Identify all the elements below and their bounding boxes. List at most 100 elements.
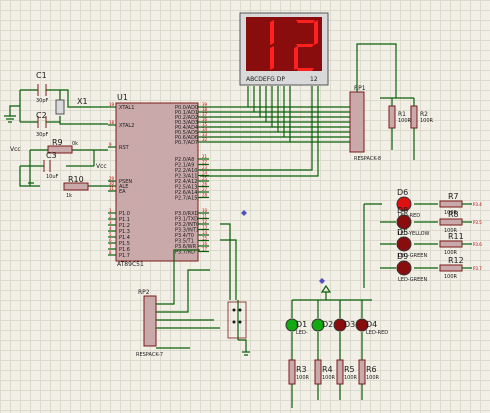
led-label: LED-	[296, 330, 308, 336]
bottom-power-symbol	[320, 284, 332, 300]
c3-capacitor[interactable]: C3 10uF	[43, 151, 59, 180]
r2-value: 100R	[420, 118, 434, 124]
display-segment-labels: ABCDEFG DP	[246, 76, 285, 83]
net-tag: P3.5	[473, 220, 482, 225]
vcc-label-2: Vcc	[96, 163, 107, 170]
x1-crystal[interactable]: X1	[55, 97, 88, 115]
u1-pin-number: 10	[202, 208, 208, 213]
u1-pin-label: RST	[119, 145, 130, 151]
u1-pin-number: 2	[109, 214, 112, 219]
led-resistor[interactable]	[439, 200, 463, 208]
led-resistor[interactable]	[439, 264, 463, 272]
u1-pin-number: 5	[109, 232, 112, 237]
r10-ref: R10	[68, 175, 84, 184]
u1-pin-number: 28	[202, 193, 208, 198]
u1-pin-number: 8	[109, 250, 112, 255]
led-indicator[interactable]	[396, 236, 412, 252]
led-ref: D4	[366, 320, 377, 329]
u1-pin-number: 25	[202, 176, 208, 181]
u1-pin-number: 15	[202, 236, 208, 241]
r1-ref: R1	[398, 111, 406, 118]
resistor-ref: R3	[296, 365, 307, 374]
led-ref: D8	[397, 206, 408, 215]
bottom-led-wires	[291, 299, 372, 408]
led-resistor[interactable]	[358, 359, 366, 385]
u1-pin-number: 24	[202, 171, 208, 176]
c1-ref: C1	[36, 71, 47, 80]
led-ref: D6	[397, 188, 408, 197]
bottom-led-group: D1LED-R3100RD2R4100RD3R5100RD4LED-REDR61…	[285, 318, 388, 385]
u1-microcontroller[interactable]: U1 AT89C51 XTAL119XTAL218RST9PSEN29ALE30…	[108, 93, 209, 268]
u1-pin-label: XTAL2	[119, 123, 134, 129]
u1-pin-label: P0.7/AD7	[175, 140, 198, 146]
r10-value: 1k	[66, 193, 72, 199]
led-resistor[interactable]	[314, 359, 322, 385]
c2-ref: C2	[36, 111, 47, 120]
led-label: LED-GREEN	[398, 277, 427, 283]
u1-port3-pins: P3.0/RXD10P3.1/TXD11P3.2/INT012P3.3/INT1…	[175, 208, 209, 256]
led-resistor[interactable]	[288, 359, 296, 385]
r2-ref: R2	[420, 111, 428, 118]
resistor-ref: R7	[448, 192, 459, 201]
resistor-ref: R5	[344, 365, 355, 374]
r9-ref: R9	[52, 138, 63, 147]
r10-resistor[interactable]: R10 1k	[63, 175, 89, 199]
u1-pin-number: 23	[202, 165, 208, 170]
led-ref: D1	[296, 320, 307, 329]
u1-pin-number: 31	[109, 186, 115, 191]
rp2-ref: RP2	[138, 289, 150, 296]
u1-pin-label: P1.7	[119, 253, 130, 259]
u1-pin-label: EA	[119, 189, 126, 195]
rp2-resistor-pack[interactable]: RP2 RESPACK-7	[136, 289, 190, 358]
resistor-value: 100R	[322, 375, 336, 381]
u1-part: AT89C51	[117, 261, 144, 268]
resistor-value: 100R	[344, 375, 358, 381]
u1-pin-number: 13	[202, 225, 208, 230]
u1-pin-number: 3	[109, 220, 112, 225]
x1-ref: X1	[77, 97, 88, 106]
u1-pin-number: 18	[109, 120, 115, 125]
resistor-value: 100R	[444, 274, 458, 280]
led-resistor[interactable]	[439, 218, 463, 226]
reset-circuit	[19, 149, 108, 187]
rp1-ref: RP1	[354, 85, 366, 92]
schematic-canvas: ABCDEFG DP 12 U1 AT89C51 XTAL1 19 XTAL2 18 R…	[0, 0, 490, 413]
resistor-value: 100R	[366, 375, 380, 381]
u1-pin-number: 14	[202, 230, 208, 235]
seven-segment-display[interactable]: ABCDEFG DP 12	[239, 12, 329, 86]
u1-ref: U1	[117, 93, 128, 102]
r2-resistor[interactable]: R2 100R	[410, 105, 434, 129]
u1-pin-number: 27	[202, 187, 208, 192]
u1-pin-number: 6	[109, 238, 112, 243]
rp2-wires	[156, 249, 220, 329]
resistor-ref: R6	[366, 365, 377, 374]
u1-port0-pins: P0.0/AD039P0.1/AD138P0.2/AD237P0.3/AD336…	[175, 102, 209, 146]
display-pin-label: 12	[310, 76, 318, 83]
rp2-part: RESPACK-7	[136, 352, 163, 358]
led-indicator[interactable]	[396, 214, 412, 230]
c3-value: 10uF	[46, 174, 59, 180]
c2-value: 30pF	[36, 132, 49, 138]
u1-pin-number: 26	[202, 182, 208, 187]
led-indicator[interactable]	[396, 260, 412, 276]
led-resistor[interactable]	[439, 240, 463, 248]
r9-value: 0k	[72, 141, 78, 147]
c1-capacitor[interactable]: C1 30pF	[36, 71, 49, 104]
schematic: ABCDEFG DP 12 U1 AT89C51 XTAL119XTAL218R…	[4, 12, 482, 408]
switch-group[interactable]	[220, 223, 250, 356]
u1-pin-label: P2.7/A15	[175, 196, 197, 202]
u1-pin-number: 32	[202, 137, 208, 142]
led-label: LED-RED	[366, 330, 388, 336]
resistor-ref: R11	[448, 232, 464, 241]
led-ref: D3	[344, 320, 355, 329]
u1-pin-label: XTAL1	[119, 105, 134, 111]
r1-r2-wires	[380, 97, 415, 160]
c2-capacitor[interactable]: C2 30pF	[36, 111, 49, 138]
u1-pin-number: 4	[109, 226, 112, 231]
probe-marker	[241, 210, 247, 216]
led-ref: D9	[397, 252, 408, 261]
led-resistor[interactable]	[336, 359, 344, 385]
c1-value: 30pF	[36, 98, 49, 104]
rp1-resistor-pack[interactable]: RP1 RESPACK-8	[349, 43, 397, 162]
r1-resistor[interactable]: R1 100R	[388, 105, 412, 129]
